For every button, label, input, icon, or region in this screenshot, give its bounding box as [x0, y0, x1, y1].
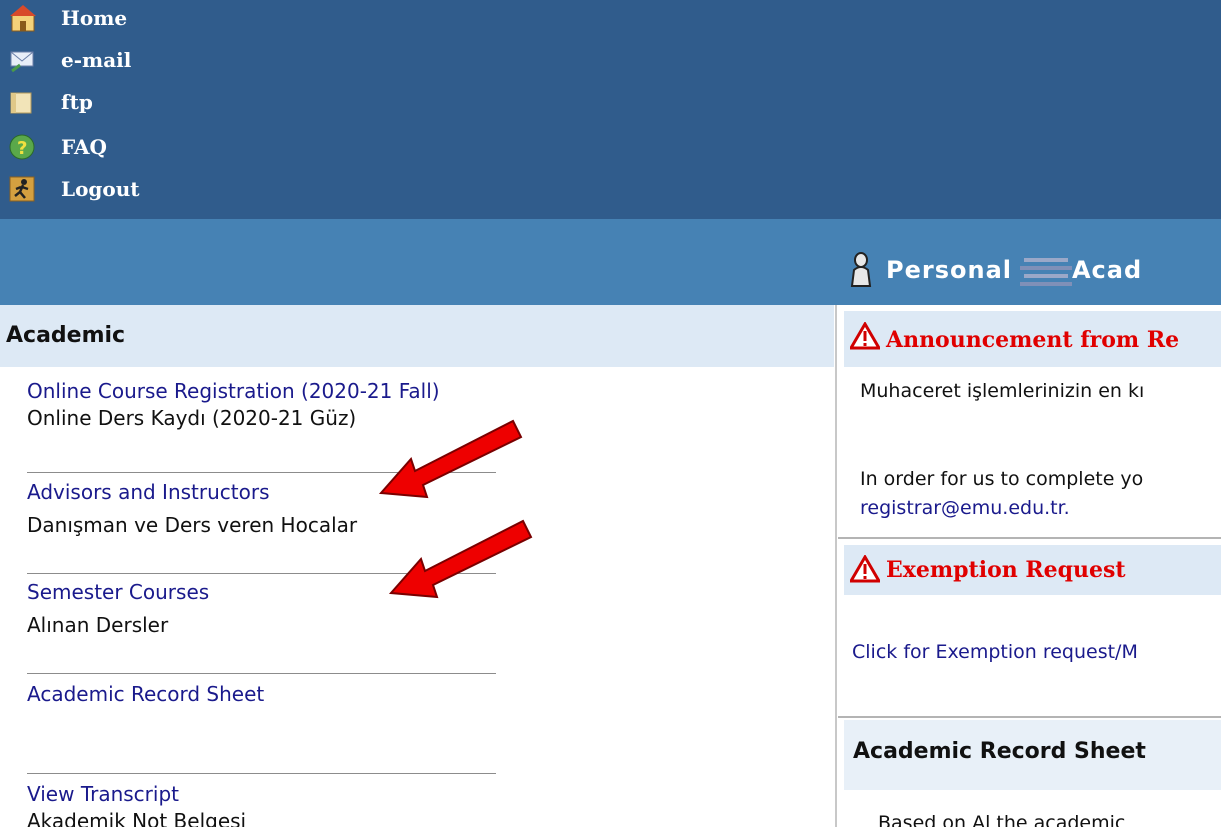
link-advisors-instructors-tr: Danışman ve Ders veren Hocalar: [27, 513, 358, 537]
panel-divider: [838, 537, 1221, 539]
top-navigation: Home e-mail ftp ? FAQ Logout: [0, 0, 1221, 219]
warning-icon: [850, 555, 880, 583]
announcement-title-wrap: Announcement from Re: [844, 311, 1221, 367]
link-online-course-registration[interactable]: Online Course Registration (2020-21 Fall…: [27, 379, 440, 403]
person-icon: [850, 252, 872, 287]
section-tabs: Personal Acad: [844, 248, 1221, 292]
academic-tab-icon: [1019, 258, 1072, 286]
announcement-body: Muhaceret işlemlerinizin en kı In order …: [844, 367, 1221, 537]
divider: [27, 773, 496, 774]
annotation-arrow: [388, 519, 533, 599]
exemption-request-link[interactable]: Click for Exemption request/M: [852, 641, 1138, 663]
link-view-transcript[interactable]: View Transcript: [27, 782, 179, 806]
tab-academic[interactable]: Acad: [1072, 256, 1142, 284]
email-icon: [10, 51, 34, 73]
home-icon: [10, 5, 36, 32]
link-semester-courses[interactable]: Semester Courses: [27, 580, 209, 604]
nav-logout-label: Logout: [61, 177, 140, 201]
academic-section-header: Academic: [0, 305, 834, 367]
divider: [27, 673, 496, 674]
academic-section-title: Academic: [6, 323, 126, 348]
svg-text:?: ?: [17, 138, 27, 159]
announcement-title: Announcement from Re: [886, 327, 1180, 353]
link-advisors-instructors[interactable]: Advisors and Instructors: [27, 480, 270, 504]
link-semester-courses-tr: Alınan Dersler: [27, 613, 169, 637]
nav-home-label: Home: [61, 6, 128, 30]
exemption-body: Click for Exemption request/M: [844, 595, 1221, 675]
exemption-title: Exemption Request: [886, 557, 1126, 583]
link-online-course-registration-tr: Online Ders Kaydı (2020-21 Güz): [27, 406, 357, 430]
link-academic-record-sheet[interactable]: Academic Record Sheet: [27, 682, 264, 706]
announcement-line-tr: Muhaceret işlemlerinizin en kı: [860, 380, 1145, 402]
record-title: Academic Record Sheet: [853, 739, 1146, 764]
panel-divider: [838, 716, 1221, 718]
folder-icon: [10, 92, 32, 114]
column-divider: [835, 305, 837, 827]
nav-email-label: e-mail: [61, 48, 132, 72]
annotation-arrow: [378, 419, 523, 499]
logout-icon: [9, 176, 35, 202]
link-view-transcript-tr: Akademik Not Belgesi: [27, 809, 247, 827]
announcement-line-en: In order for us to complete yo: [860, 468, 1144, 490]
nav-ftp-label: ftp: [61, 90, 93, 114]
help-icon: ?: [9, 134, 35, 160]
record-body: Based on Al the academic: [844, 790, 1221, 827]
nav-faq-label: FAQ: [61, 135, 107, 159]
tab-personal[interactable]: Personal: [886, 256, 1012, 284]
registrar-email-link[interactable]: registrar@emu.edu.tr.: [860, 497, 1070, 519]
record-text: Based on Al the academic: [878, 812, 1126, 827]
